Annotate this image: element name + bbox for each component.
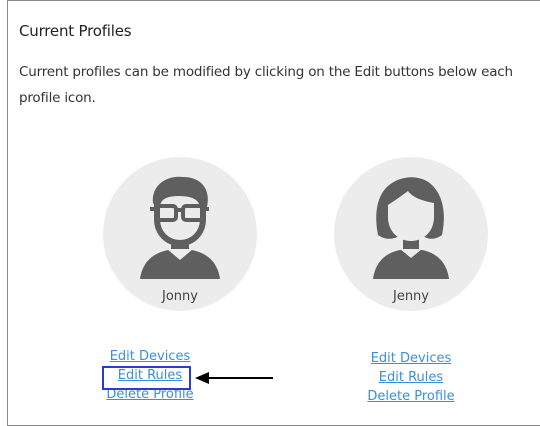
edit-devices-link-jenny[interactable]: Edit Devices (331, 349, 491, 368)
profile-card-jenny[interactable]: Jenny (334, 157, 488, 311)
section-description: Current profiles can be modified by clic… (19, 64, 513, 106)
profile-name-jonny: Jonny (162, 289, 198, 304)
delete-profile-link-jenny[interactable]: Delete Profile (331, 387, 491, 406)
edit-rules-highlight-box (102, 366, 191, 390)
profile-avatar-jonny[interactable]: Jonny (103, 157, 257, 311)
profile-avatar-jenny[interactable]: Jenny (334, 157, 488, 311)
girl-avatar-icon (373, 177, 449, 279)
edit-devices-link-jonny[interactable]: Edit Devices (70, 347, 230, 366)
boy-with-glasses-avatar-icon (140, 176, 220, 279)
profile-card-jonny[interactable]: Jonny (103, 157, 257, 311)
section-title: Current Profiles (19, 22, 132, 40)
profile-name-jenny: Jenny (392, 289, 429, 304)
pointer-arrow-icon (195, 372, 273, 384)
edit-rules-link-jenny[interactable]: Edit Rules (331, 368, 491, 387)
profile-links-jenny: Edit Devices Edit Rules Delete Profile (331, 349, 491, 406)
